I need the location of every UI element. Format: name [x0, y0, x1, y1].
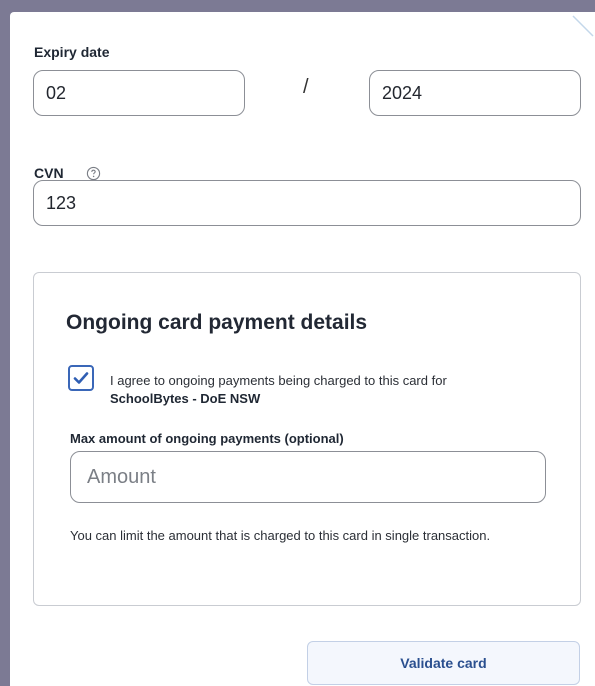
- expiry-date-label: Expiry date: [34, 44, 110, 60]
- agree-checkbox[interactable]: [68, 365, 94, 391]
- cvn-input[interactable]: [33, 180, 581, 226]
- amount-hint: You can limit the amount that is charged…: [70, 528, 491, 543]
- max-amount-label: Max amount of ongoing payments (optional…: [70, 431, 344, 446]
- agree-text: I agree to ongoing payments being charge…: [110, 373, 447, 388]
- payment-form-panel: Expiry date / CVN Ongoing card payment d…: [10, 12, 595, 686]
- corner-decoration: [572, 15, 594, 37]
- ongoing-payment-title: Ongoing card payment details: [66, 311, 368, 334]
- agree-merchant: SchoolBytes - DoE NSW: [110, 391, 261, 406]
- expiry-month-input[interactable]: [33, 70, 245, 116]
- question-circle-icon[interactable]: [86, 166, 101, 181]
- expiry-separator: /: [303, 76, 309, 98]
- max-amount-input[interactable]: [70, 451, 546, 503]
- ongoing-payment-card: Ongoing card payment details I agree to …: [33, 272, 581, 606]
- expiry-year-input[interactable]: [369, 70, 581, 116]
- validate-card-button[interactable]: Validate card: [307, 641, 580, 685]
- cvn-label: CVN: [34, 165, 64, 181]
- checkmark-icon: [73, 372, 89, 384]
